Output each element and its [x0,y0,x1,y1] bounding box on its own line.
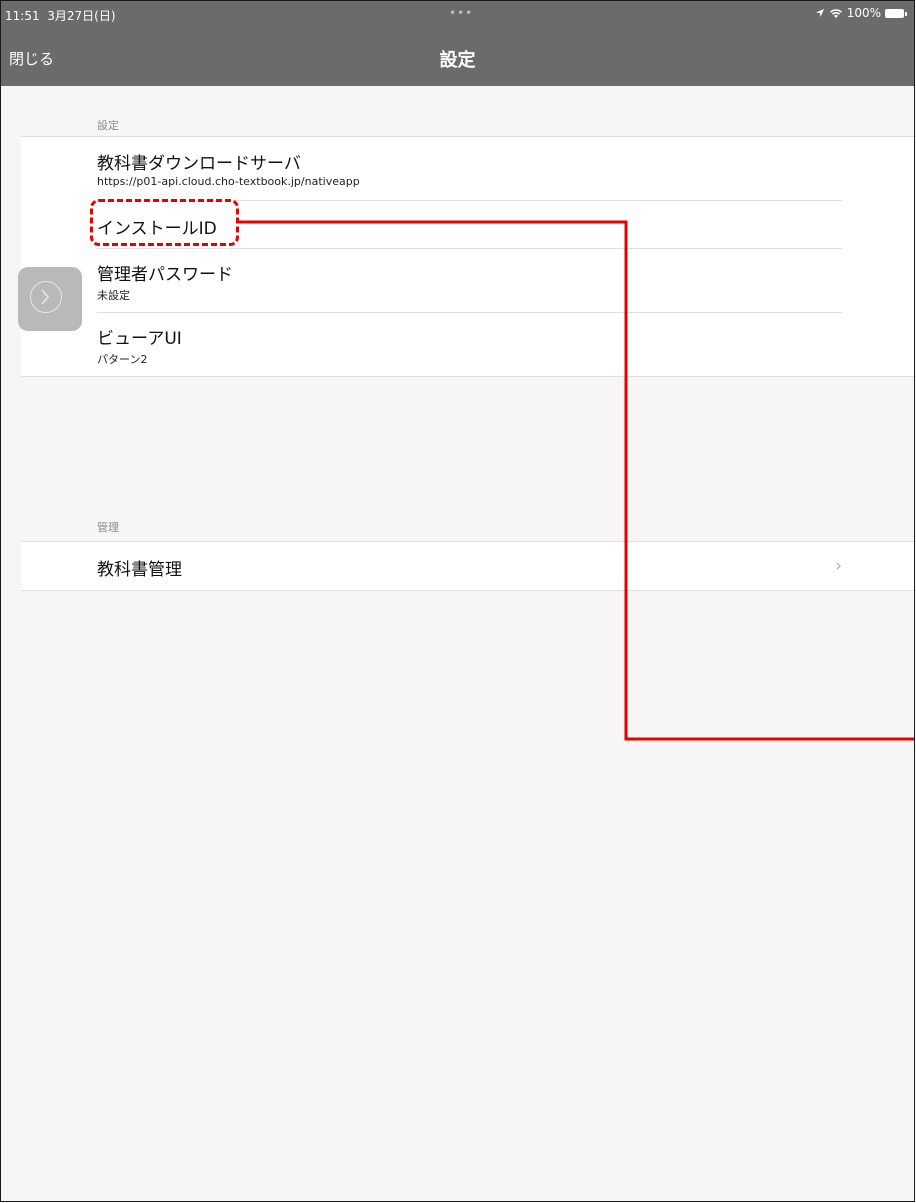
app-window: 11:51 3月27日(日) ••• 100% 閉じる 設定 設定 教科書ダウン… [0,0,915,1202]
annotation-callout-line [239,220,914,741]
